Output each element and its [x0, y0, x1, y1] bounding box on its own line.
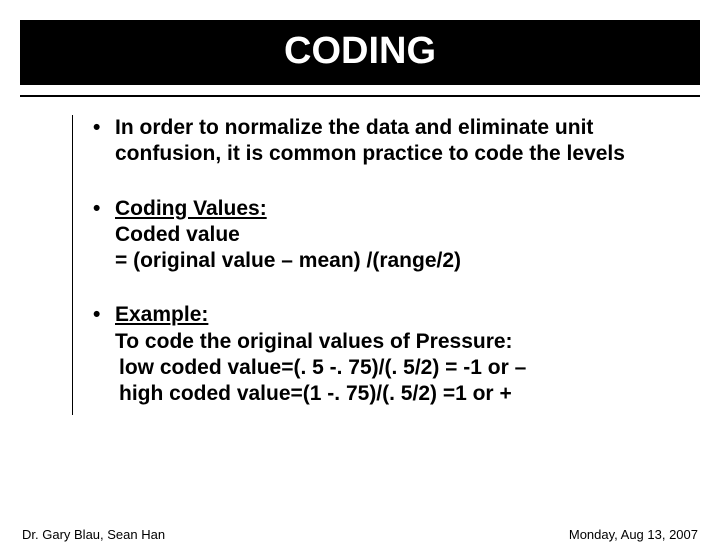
bullet-mark: • [93, 196, 115, 275]
bullet-mark: • [93, 115, 115, 168]
bullet-1: • In order to normalize the data and eli… [93, 115, 672, 168]
bullet-3-line3: high coded value=(1 -. 75)/(. 5/2) =1 or… [115, 381, 672, 407]
bullet-2-line2: = (original value – mean) /(range/2) [115, 248, 672, 274]
slide-body: • In order to normalize the data and eli… [72, 115, 672, 415]
bullet-mark: • [93, 302, 115, 407]
divider [20, 95, 700, 97]
bullet-2: • Coding Values: Coded value = (original… [93, 196, 672, 275]
bullet-3-line2: low coded value=(. 5 -. 75)/(. 5/2) = -1… [115, 355, 672, 381]
bullet-3-heading: Example: [115, 302, 672, 328]
bullet-2-heading: Coding Values: [115, 196, 672, 222]
bullet-3: • Example: To code the original values o… [93, 302, 672, 407]
bullet-2-line1: Coded value [115, 222, 672, 248]
bullet-1-text: In order to normalize the data and elimi… [115, 115, 672, 168]
bullet-3-line1: To code the original values of Pressure: [115, 329, 672, 355]
slide-title: CODING [20, 20, 700, 85]
